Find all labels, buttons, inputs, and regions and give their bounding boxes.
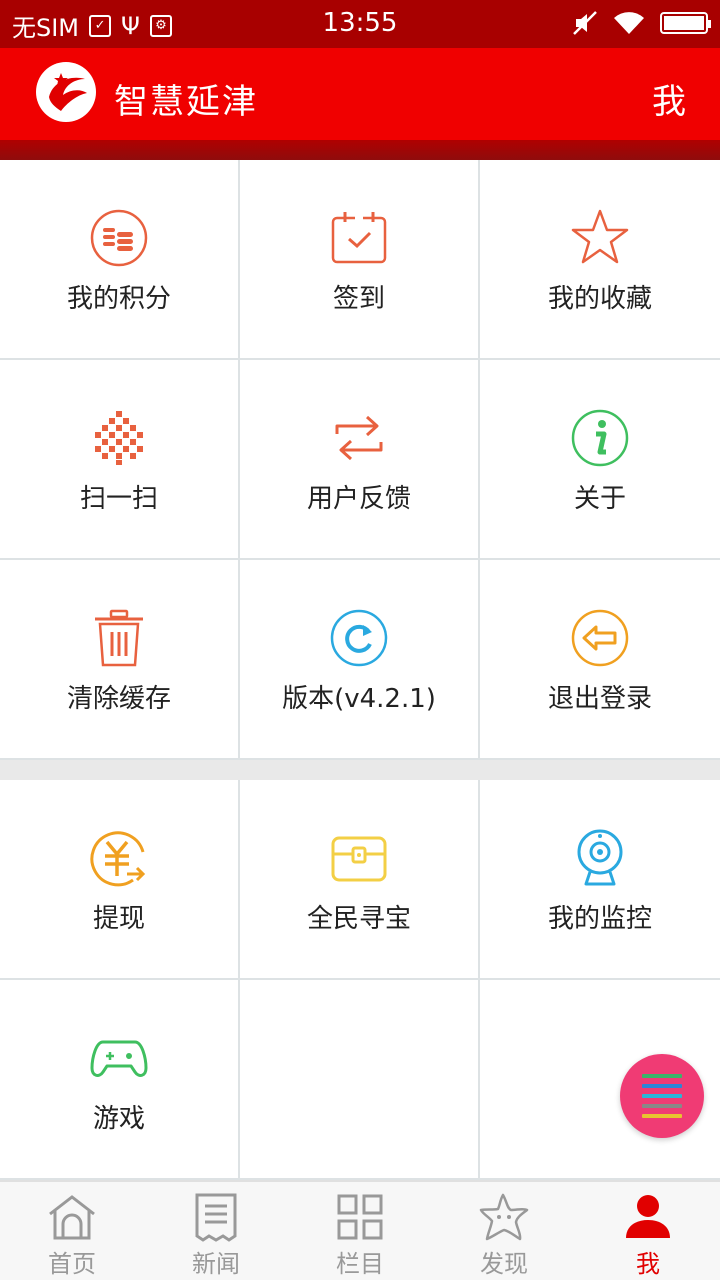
menu-icon-bar [642, 1084, 682, 1088]
menu-label: 用户反馈 [306, 484, 411, 514]
wifi-icon [614, 12, 644, 34]
treasure-chest-icon [331, 836, 387, 882]
menu-label: 退出登录 [547, 684, 652, 714]
logout-icon [571, 609, 629, 667]
menu-user-feedback[interactable]: 用户反馈 [240, 360, 480, 560]
menu-label: 我的积分 [66, 284, 171, 314]
menu-clear-cache[interactable]: 清除缓存 [0, 560, 240, 760]
feedback-arrows-icon [335, 415, 383, 461]
menu-my-points[interactable]: 我的积分 [0, 160, 240, 360]
user-icon [626, 1195, 670, 1238]
menu-label: 清除缓存 [66, 684, 171, 714]
menu-scan[interactable]: 扫一扫 [0, 360, 240, 560]
tab-label: 我 [636, 1250, 660, 1278]
menu-icon-bar [642, 1104, 682, 1108]
status-bar: 无SIM ✓ Ψ ⚙ 13:55 [0, 0, 720, 48]
floating-menu-button[interactable] [620, 1054, 704, 1138]
menu-sign-in[interactable]: 签到 [240, 160, 480, 360]
app-bar: 智慧延津 我 [0, 48, 720, 140]
menu-icon-bar [642, 1094, 682, 1098]
tab-me[interactable]: 我 [576, 1182, 720, 1280]
bottom-tab-bar: 首页 新闻 栏目 发现 我 [0, 1180, 720, 1280]
menu-label: 全民寻宝 [306, 904, 411, 934]
menu-label: 我的收藏 [547, 284, 652, 314]
menu-icon-bar [642, 1114, 682, 1118]
tab-label: 新闻 [192, 1250, 240, 1278]
battery-icon [660, 12, 711, 34]
tab-label: 首页 [48, 1250, 96, 1278]
menu-logout[interactable]: 退出登录 [480, 560, 720, 760]
withdraw-yuan-icon [90, 831, 146, 887]
tab-discover[interactable]: 发现 [432, 1182, 576, 1280]
tab-columns[interactable]: 栏目 [288, 1182, 432, 1280]
menu-label: 我的监控 [547, 904, 652, 934]
grid-icon [337, 1194, 383, 1240]
starfish-icon [479, 1193, 529, 1241]
tab-news[interactable]: 新闻 [144, 1182, 288, 1280]
menu-version[interactable]: 版本(v4.2.1) [240, 560, 480, 760]
app-title: 智慧延津 [114, 82, 258, 122]
trash-icon [95, 609, 143, 667]
menu-label: 关于 [573, 484, 626, 514]
mute-icon [573, 11, 597, 35]
news-icon [195, 1193, 237, 1242]
refresh-icon [330, 609, 388, 667]
menu-treasure-hunt[interactable]: 全民寻宝 [240, 780, 480, 980]
calendar-check-icon [331, 212, 387, 264]
menu-label: 扫一扫 [79, 484, 158, 514]
app-bar-me-label: 我 [652, 82, 686, 122]
menu-empty-cell [240, 980, 480, 1180]
menu-icon-bar [642, 1074, 682, 1078]
primary-menu-grid: 我的积分 签到 我的收藏 扫一扫 用户反馈 关于 清除缓存 版本(v4.2.1)… [0, 160, 720, 760]
webcam-icon [577, 829, 623, 886]
app-logo-icon [36, 62, 96, 122]
menu-games[interactable]: 游戏 [0, 980, 240, 1180]
menu-my-favorites[interactable]: 我的收藏 [480, 160, 720, 360]
header-shadow-band [0, 140, 720, 160]
tab-label: 发现 [480, 1250, 528, 1278]
menu-about[interactable]: 关于 [480, 360, 720, 560]
menu-label: 提现 [92, 904, 145, 934]
gamepad-icon [90, 1040, 148, 1077]
tab-home[interactable]: 首页 [0, 1182, 144, 1280]
menu-label: 版本(v4.2.1) [282, 684, 436, 714]
menu-my-monitor[interactable]: 我的监控 [480, 780, 720, 980]
secondary-menu-grid: 提现 全民寻宝 我的监控 游戏 [0, 780, 720, 1180]
info-icon [571, 409, 629, 467]
star-icon [571, 209, 629, 264]
qr-code-icon [95, 411, 143, 465]
coins-icon [90, 209, 148, 267]
home-icon [49, 1195, 95, 1240]
tab-label: 栏目 [336, 1250, 384, 1278]
menu-label: 签到 [332, 284, 385, 314]
menu-withdraw[interactable]: 提现 [0, 780, 240, 980]
menu-label: 游戏 [92, 1104, 145, 1134]
